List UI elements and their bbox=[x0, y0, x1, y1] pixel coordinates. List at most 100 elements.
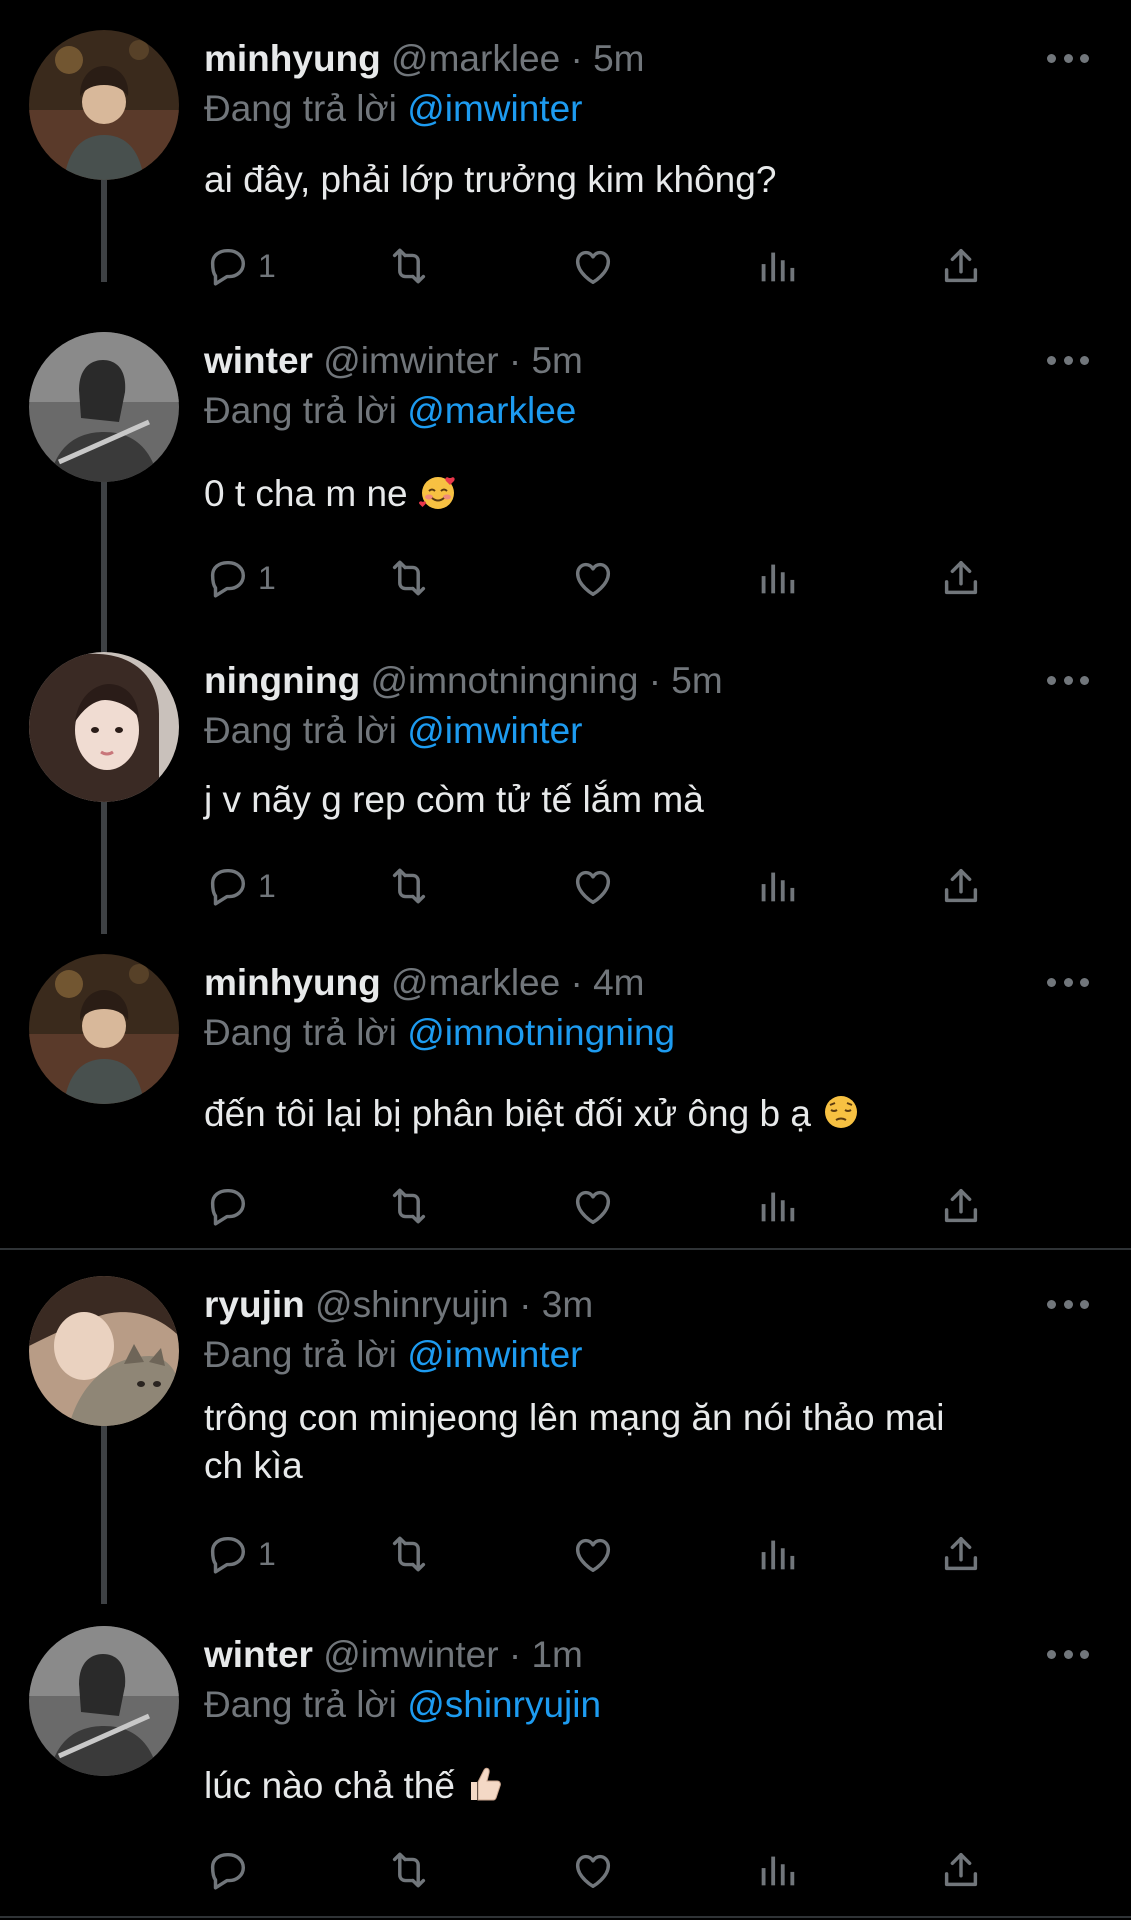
separator: · bbox=[508, 340, 522, 381]
mention-link[interactable]: @imwinter bbox=[407, 1334, 582, 1375]
more-icon[interactable] bbox=[1047, 974, 1089, 990]
more-icon[interactable] bbox=[1047, 1296, 1089, 1312]
avatar[interactable] bbox=[29, 1626, 179, 1776]
mention-link[interactable]: @imwinter bbox=[407, 88, 582, 129]
avatar[interactable] bbox=[29, 30, 179, 180]
share-button[interactable] bbox=[938, 1526, 984, 1582]
heart-icon bbox=[570, 1847, 616, 1893]
reply-count: 1 bbox=[258, 559, 276, 596]
views-button[interactable] bbox=[754, 550, 800, 606]
separator: · bbox=[519, 1284, 532, 1325]
like-button[interactable] bbox=[570, 1842, 616, 1898]
mention-link[interactable]: @marklee bbox=[407, 390, 576, 431]
share-icon bbox=[938, 555, 984, 601]
timestamp[interactable]: 5m bbox=[531, 340, 582, 381]
tweet[interactable]: minhyung @marklee · 5m Đang trả lời @imw… bbox=[0, 30, 1131, 280]
tweet[interactable]: winter @imwinter · 1m Đang trả lời @shin… bbox=[0, 1626, 1131, 1916]
timestamp[interactable]: 3m bbox=[542, 1284, 593, 1325]
reply-button[interactable]: 1 bbox=[204, 550, 276, 606]
tweet-text: đến tôi lại bị phân biệt đối xử ông b ạ bbox=[204, 1093, 811, 1134]
like-button[interactable] bbox=[570, 1178, 616, 1234]
share-button[interactable] bbox=[938, 550, 984, 606]
reply-prefix: Đang trả lời bbox=[204, 710, 397, 751]
reply-button[interactable]: 1 bbox=[204, 858, 276, 914]
handle[interactable]: @marklee bbox=[391, 38, 560, 79]
avatar[interactable] bbox=[29, 652, 179, 802]
timestamp[interactable]: 1m bbox=[531, 1634, 582, 1675]
display-name[interactable]: ryujin bbox=[204, 1284, 305, 1325]
mention-link[interactable]: @imnotningning bbox=[407, 1012, 675, 1053]
more-icon[interactable] bbox=[1047, 672, 1089, 688]
heart-icon bbox=[570, 863, 616, 909]
tweet[interactable]: ningning @imnotningning · 5m Đang trả lờ… bbox=[0, 652, 1131, 934]
retweet-button[interactable] bbox=[386, 1842, 432, 1898]
share-button[interactable] bbox=[938, 238, 984, 294]
handle[interactable]: @marklee bbox=[391, 962, 560, 1003]
retweet-button[interactable] bbox=[386, 858, 432, 914]
reply-count: 1 bbox=[258, 247, 276, 284]
views-button[interactable] bbox=[754, 1842, 800, 1898]
timestamp[interactable]: 5m bbox=[671, 660, 722, 701]
mention-link[interactable]: @imwinter bbox=[407, 710, 582, 751]
action-bar: 1 bbox=[204, 1526, 1004, 1582]
retweet-button[interactable] bbox=[386, 238, 432, 294]
reply-button[interactable] bbox=[204, 1842, 258, 1898]
tweet[interactable]: winter @imwinter · 5m Đang trả lời @mark… bbox=[0, 332, 1131, 664]
more-icon[interactable] bbox=[1047, 352, 1089, 368]
retweet-icon bbox=[386, 1531, 432, 1577]
retweet-button[interactable] bbox=[386, 1178, 432, 1234]
avatar[interactable] bbox=[29, 1276, 179, 1426]
views-icon bbox=[754, 1847, 800, 1893]
tweet[interactable]: ryujin @shinryujin · 3m Đang trả lời @im… bbox=[0, 1276, 1131, 1604]
reply-button[interactable]: 1 bbox=[204, 1526, 276, 1582]
reply-button[interactable]: 1 bbox=[204, 238, 276, 294]
more-icon[interactable] bbox=[1047, 1646, 1089, 1662]
mention-link[interactable]: @shinryujin bbox=[407, 1684, 601, 1725]
avatar[interactable] bbox=[29, 332, 179, 482]
reply-button[interactable] bbox=[204, 1178, 258, 1234]
like-button[interactable] bbox=[570, 238, 616, 294]
views-button[interactable] bbox=[754, 1526, 800, 1582]
share-button[interactable] bbox=[938, 1178, 984, 1234]
views-icon bbox=[754, 1183, 800, 1229]
reply-icon bbox=[204, 863, 250, 909]
views-button[interactable] bbox=[754, 1178, 800, 1234]
share-icon bbox=[938, 243, 984, 289]
display-name[interactable]: ningning bbox=[204, 660, 360, 701]
like-button[interactable] bbox=[570, 550, 616, 606]
tweet[interactable]: minhyung @marklee · 4m Đang trả lời @imn… bbox=[0, 954, 1131, 1244]
display-name[interactable]: winter bbox=[204, 1634, 313, 1675]
reply-context: Đang trả lời @imwinter bbox=[204, 702, 583, 760]
display-name[interactable]: minhyung bbox=[204, 962, 381, 1003]
thread-line bbox=[101, 802, 107, 934]
share-button[interactable] bbox=[938, 858, 984, 914]
share-button[interactable] bbox=[938, 1842, 984, 1898]
retweet-button[interactable] bbox=[386, 550, 432, 606]
tweet-text: lúc nào chả thế bbox=[204, 1765, 455, 1806]
timestamp[interactable]: 5m bbox=[593, 38, 644, 79]
handle[interactable]: @imwinter bbox=[323, 340, 498, 381]
handle[interactable]: @imwinter bbox=[323, 1634, 498, 1675]
like-button[interactable] bbox=[570, 858, 616, 914]
views-button[interactable] bbox=[754, 238, 800, 294]
retweet-icon bbox=[386, 863, 432, 909]
avatar[interactable] bbox=[29, 954, 179, 1104]
retweet-button[interactable] bbox=[386, 1526, 432, 1582]
timestamp[interactable]: 4m bbox=[593, 962, 644, 1003]
thumbs-up-icon bbox=[471, 1767, 502, 1801]
handle[interactable]: @imnotningning bbox=[370, 660, 638, 701]
bottom-divider bbox=[0, 1916, 1131, 1918]
handle[interactable]: @shinryujin bbox=[315, 1284, 509, 1325]
reply-context: Đang trả lời @imwinter bbox=[204, 80, 583, 138]
views-button[interactable] bbox=[754, 858, 800, 914]
separator: · bbox=[508, 1634, 522, 1675]
share-icon bbox=[938, 1183, 984, 1229]
reply-prefix: Đang trả lời bbox=[204, 1684, 397, 1725]
like-button[interactable] bbox=[570, 1526, 616, 1582]
more-icon[interactable] bbox=[1047, 50, 1089, 66]
display-name[interactable]: minhyung bbox=[204, 38, 381, 79]
display-name[interactable]: winter bbox=[204, 340, 313, 381]
tweet-text: j v nãy g rep còm tử tế lắm mà bbox=[204, 779, 704, 820]
heart-icon bbox=[570, 243, 616, 289]
reply-context: Đang trả lời @shinryujin bbox=[204, 1676, 601, 1734]
